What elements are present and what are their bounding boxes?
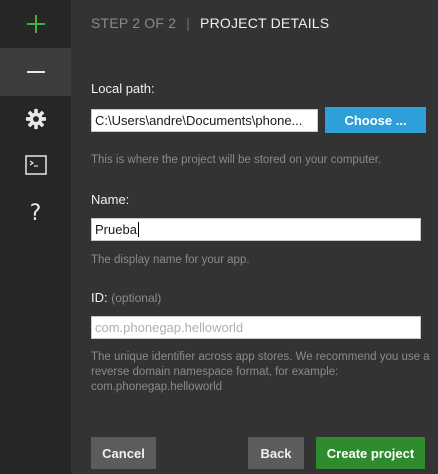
sidebar-item-help[interactable]: ? bbox=[0, 189, 71, 237]
wizard-header: STEP 2 OF 2 | PROJECT DETAILS bbox=[71, 0, 438, 46]
local-path-input[interactable]: C:\Users\andre\Documents\phone... bbox=[91, 109, 318, 132]
id-input[interactable]: com.phonegap.helloworld bbox=[91, 316, 421, 339]
id-optional-note: (optional) bbox=[111, 291, 162, 305]
step-indicator: STEP 2 OF 2 bbox=[91, 15, 177, 31]
name-input[interactable]: Prueba bbox=[91, 218, 421, 241]
id-label: ID: (optional) bbox=[91, 290, 161, 305]
sidebar: ? bbox=[0, 0, 71, 474]
help-icon: ? bbox=[29, 200, 42, 226]
name-help: The display name for your app. bbox=[91, 254, 250, 266]
id-help: The unique identifier across app stores.… bbox=[91, 351, 430, 393]
local-path-label: Local path: bbox=[91, 81, 155, 96]
project-details-panel: STEP 2 OF 2 | PROJECT DETAILS Local path… bbox=[71, 0, 438, 474]
sidebar-item-new-project[interactable] bbox=[0, 0, 71, 48]
plus-icon bbox=[26, 15, 45, 33]
choose-path-button[interactable]: Choose ... bbox=[325, 107, 426, 133]
sidebar-item-settings[interactable] bbox=[0, 95, 71, 143]
local-path-help: This is where the project will be stored… bbox=[91, 154, 382, 166]
terminal-icon bbox=[24, 155, 47, 175]
name-label: Name: bbox=[91, 192, 130, 207]
sidebar-item-terminal[interactable] bbox=[0, 141, 71, 189]
id-placeholder: com.phonegap.helloworld bbox=[95, 320, 244, 335]
name-value: Prueba bbox=[95, 222, 137, 237]
gear-icon bbox=[25, 108, 46, 130]
sidebar-item-remove-project[interactable] bbox=[0, 48, 71, 96]
create-project-button[interactable]: Create project bbox=[316, 437, 425, 469]
header-separator: | bbox=[186, 15, 191, 31]
page-title: PROJECT DETAILS bbox=[200, 15, 330, 31]
local-path-value: C:\Users\andre\Documents\phone... bbox=[95, 113, 303, 128]
minus-icon bbox=[26, 71, 45, 73]
text-caret bbox=[137, 222, 139, 237]
back-button[interactable]: Back bbox=[248, 437, 304, 469]
id-label-text: ID: bbox=[91, 290, 108, 305]
cancel-button[interactable]: Cancel bbox=[91, 437, 156, 469]
